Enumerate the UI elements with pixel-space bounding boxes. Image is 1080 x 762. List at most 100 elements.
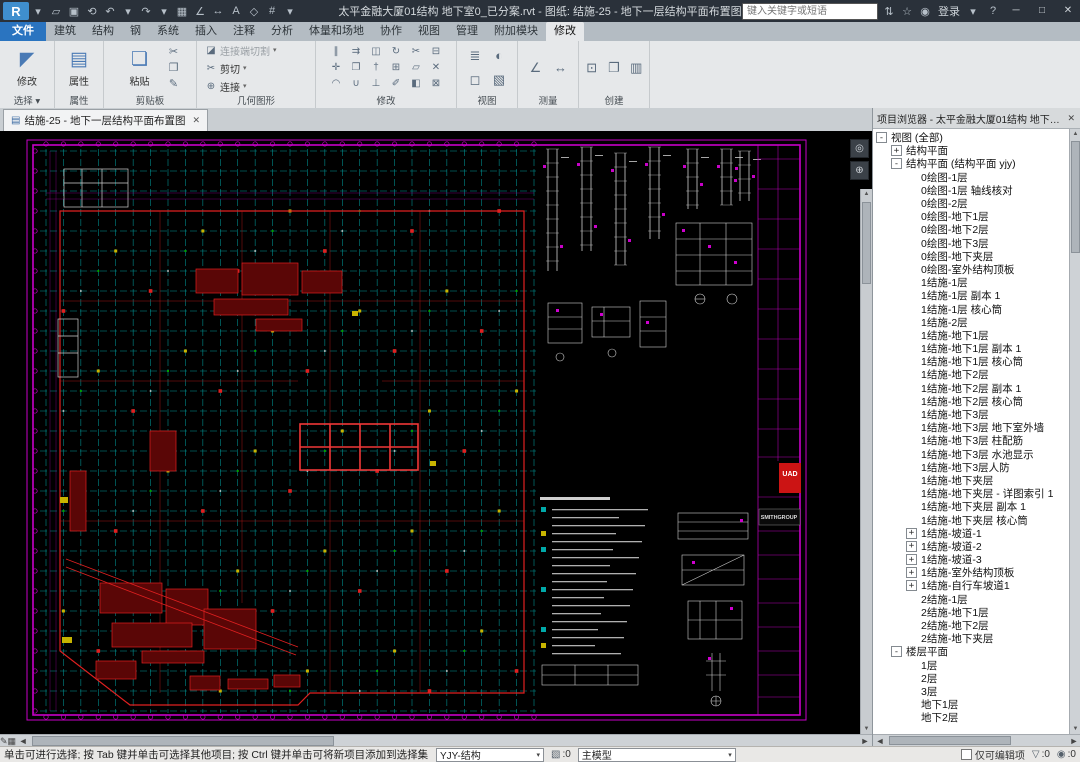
tree-item[interactable]: 0绘图-1层 轴线核对 — [873, 184, 1069, 197]
panel-label-select[interactable]: 选择 ▾ — [0, 93, 54, 107]
tree-item[interactable]: 1结施-1层 — [873, 276, 1069, 289]
tab-insert[interactable]: 插入 — [187, 22, 225, 41]
scale-icon[interactable]: ▱ — [406, 60, 426, 76]
worksharing-display-icon[interactable]: ▦ — [8, 736, 17, 746]
favorites-icon[interactable]: ☆ — [898, 5, 916, 18]
tree-item[interactable]: 1结施-地下1层 副本 1 — [873, 342, 1069, 355]
tree-item[interactable]: 1结施-地下3层 — [873, 408, 1069, 421]
browser-vscrollbar[interactable]: ▲ ▼ — [1069, 129, 1080, 734]
hscroll-thumb[interactable] — [32, 736, 335, 746]
tree-expander-icon[interactable]: + — [891, 145, 902, 157]
tree-item[interactable]: - 视图 (全部) — [873, 131, 1069, 144]
tree-item[interactable]: 0绘图-地下2层 — [873, 223, 1069, 236]
scroll-left-icon[interactable]: ◄ — [16, 736, 30, 746]
design-option-select[interactable]: 主模型 ▾ — [577, 747, 736, 762]
tree-expander-icon[interactable]: - — [876, 132, 887, 144]
create-group-icon[interactable]: ⊡ — [582, 56, 601, 80]
array-icon[interactable]: ⊞ — [386, 60, 406, 76]
wall-joins-icon[interactable]: ⊥ — [366, 76, 386, 92]
redo-icon[interactable]: ↷ — [137, 5, 155, 18]
tree-item[interactable]: 0绘图-室外结构顶板 — [873, 263, 1069, 276]
tree-item[interactable]: 1结施-地下2层 副本 1 — [873, 382, 1069, 395]
properties-button[interactable]: ▤ 属性 — [58, 48, 100, 88]
tree-item[interactable]: 0绘图-地下3层 — [873, 237, 1069, 250]
tree-item[interactable]: 1结施-地下2层 核心筒 — [873, 395, 1069, 408]
cut-profile-icon[interactable]: ▧ — [487, 68, 511, 92]
tree-item[interactable]: 2结施-1层 — [873, 593, 1069, 606]
project-browser-close-icon[interactable]: ✕ — [1065, 113, 1077, 124]
fillet-icon[interactable]: ◠ — [326, 76, 346, 92]
cut-geometry-button[interactable]: ✂ 剪切 ▾ — [205, 61, 247, 76]
tab-annotate[interactable]: 注释 — [225, 22, 263, 41]
tab-view[interactable]: 视图 — [410, 22, 448, 41]
tab-architecture[interactable]: 建筑 — [46, 22, 84, 41]
aligned-dimension-icon[interactable]: ↔ — [550, 56, 572, 80]
reveal-hidden-icon[interactable]: ◻ — [463, 68, 487, 92]
dimension-icon[interactable]: ↔ — [209, 5, 227, 17]
browser-hscroll-thumb[interactable] — [889, 736, 1011, 745]
browser-hscrollbar[interactable]: ◄ ► — [873, 734, 1080, 746]
view-tab-active[interactable]: ▤ 结施-25 - 地下一层结构平面布置图 ✕ — [3, 109, 209, 131]
redo-caret-icon[interactable]: ▾ — [155, 5, 173, 18]
tree-item[interactable]: 0绘图-地下夹层 — [873, 250, 1069, 263]
app-menu-caret-icon[interactable]: ▾ — [29, 5, 47, 18]
scroll-down-icon[interactable]: ▼ — [861, 724, 872, 734]
join-icon[interactable]: ∪ — [346, 76, 366, 92]
canvas-vscrollbar[interactable]: ▲ ▼ — [860, 189, 872, 734]
tree-item[interactable]: 1结施-2层 — [873, 316, 1069, 329]
tree-item[interactable]: 0绘图-地下1层 — [873, 210, 1069, 223]
tree-item[interactable]: - 结构平面 (结构平面 yjy) — [873, 157, 1069, 170]
match-type-icon[interactable]: ✎ — [165, 77, 183, 92]
undo-caret-icon[interactable]: ▾ — [119, 5, 137, 18]
move-icon[interactable]: ✛ — [326, 60, 346, 76]
tree-item[interactable]: + 1结施-自行车坡道1 — [873, 579, 1069, 592]
tree-item[interactable]: 2层 — [873, 672, 1069, 685]
measure-length-icon[interactable]: ∠ — [525, 56, 547, 80]
align-icon[interactable]: ∥ — [326, 44, 346, 60]
tab-analyze[interactable]: 分析 — [263, 22, 301, 41]
tab-collaborate[interactable]: 协作 — [372, 22, 410, 41]
tree-item[interactable]: + 1结施-坡道-3 — [873, 553, 1069, 566]
browser-scroll-up-icon[interactable]: ▲ — [1070, 129, 1080, 139]
cut-icon[interactable]: ✂ — [165, 45, 183, 60]
sync-icon[interactable]: ⟲ — [83, 5, 101, 18]
tree-item[interactable]: 2结施-地下2层 — [873, 619, 1069, 632]
tree-item[interactable]: 1结施-地下1层 — [873, 329, 1069, 342]
tree-item[interactable]: - 楼层平面 — [873, 645, 1069, 658]
signin-caret-icon[interactable]: ▾ — [964, 5, 982, 18]
legend-component-icon[interactable]: ▥ — [627, 56, 646, 80]
revit-app-button[interactable]: R — [3, 2, 29, 20]
tree-item[interactable]: 1结施-地下夹层 核心筒 — [873, 513, 1069, 527]
tree-item[interactable]: + 结构平面 — [873, 144, 1069, 157]
copy-icon[interactable]: ❐ — [165, 61, 183, 76]
workset-select[interactable]: YJY-结构 ▾ — [436, 747, 544, 762]
tree-expander-icon[interactable]: - — [891, 158, 902, 170]
print-icon[interactable]: ▦ — [173, 5, 191, 18]
minimize-button[interactable]: ─ — [1004, 0, 1028, 22]
join-geometry-button[interactable]: ⊕ 连接 ▾ — [205, 79, 247, 94]
tree-item[interactable]: 1结施-地下1层 核心筒 — [873, 355, 1069, 368]
account-icon[interactable]: ◉ — [916, 5, 934, 18]
steering-wheel-icon[interactable]: ◎ — [850, 139, 869, 158]
tab-addins[interactable]: 附加模块 — [486, 22, 546, 41]
modify-button[interactable]: ◤ 修改 — [5, 48, 49, 88]
tree-item[interactable]: 0绘图-2层 — [873, 197, 1069, 210]
split-icon[interactable]: ⊟ — [426, 44, 446, 60]
mirror-icon[interactable]: ◫ — [366, 44, 386, 60]
file-tab[interactable]: 文件 — [0, 22, 46, 41]
tree-item[interactable]: 1结施-地下夹层 副本 1 — [873, 500, 1069, 513]
tree-item[interactable]: 1结施-地下3层人防 — [873, 461, 1069, 474]
tab-steel[interactable]: 钢 — [122, 22, 149, 41]
tree-expander-icon[interactable]: + — [906, 554, 917, 566]
tab-modify[interactable]: 修改 — [546, 22, 584, 41]
browser-scroll-down-icon[interactable]: ▼ — [1070, 724, 1080, 734]
tab-massing-site[interactable]: 体量和场地 — [301, 22, 372, 41]
3d-view-icon[interactable]: ◇ — [245, 5, 263, 18]
rotate-icon[interactable]: ↻ — [386, 44, 406, 60]
tree-item[interactable]: 地下1层 — [873, 698, 1069, 711]
hide-isolate-icon[interactable]: ◐ — [487, 44, 511, 68]
tree-item[interactable]: 1结施-地下3层 水池显示 — [873, 448, 1069, 461]
browser-vscroll-thumb[interactable] — [1071, 141, 1080, 253]
exchange-icon[interactable]: ⇅ — [880, 5, 898, 18]
search-input[interactable] — [742, 2, 878, 20]
